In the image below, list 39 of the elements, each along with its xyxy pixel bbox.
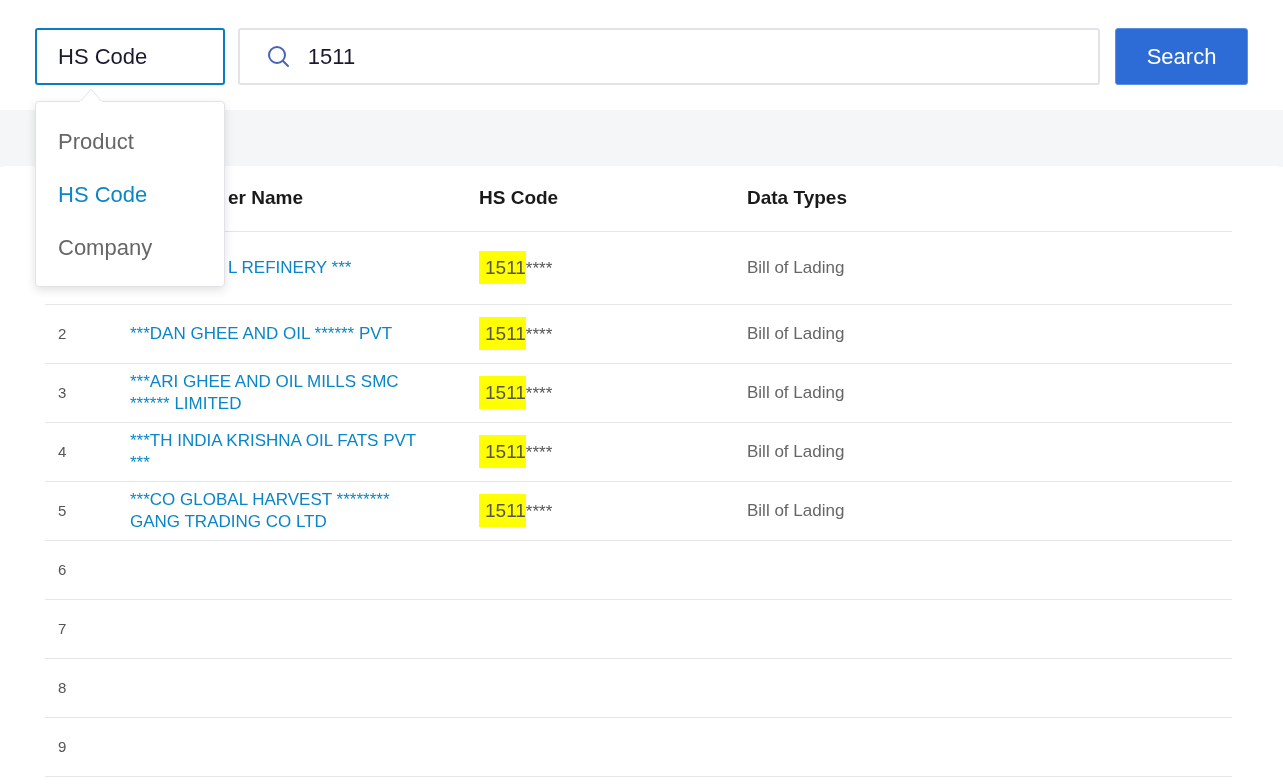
table-cell: Bill of Lading	[747, 324, 845, 344]
company-link[interactable]: ***TH INDIA KRISHNA OIL FATS PVT ***	[130, 430, 420, 474]
search-type-select[interactable]: HS Code	[35, 28, 225, 85]
company-link[interactable]: ***ARI GHEE AND OIL MILLS SMC ****** LIMITED	[130, 371, 420, 415]
menu-item[interactable]: Product	[36, 120, 224, 173]
menu-item[interactable]: Company	[36, 226, 224, 279]
masked-digits: ****	[525, 442, 553, 462]
company-link[interactable]: ***DAN GHEE AND OIL ****** PVT	[130, 323, 392, 345]
row-number: 8	[58, 678, 67, 696]
row-number: 7	[58, 619, 67, 637]
masked-digits: ****	[525, 258, 553, 278]
menu-item[interactable]: HS Code	[36, 173, 224, 226]
company-link[interactable]: L REFINERY ***	[228, 257, 352, 279]
company-link[interactable]: ***CO GLOBAL HARVEST ******** GANG TRADING CO LTD	[130, 489, 420, 533]
search-button[interactable]: Search	[1115, 28, 1248, 85]
column-header: Data Types	[747, 187, 847, 209]
row-number: 5	[58, 501, 67, 519]
table-cell: Bill of Lading	[747, 383, 845, 403]
table-cell: Bill of Lading	[747, 442, 845, 462]
highlighted-match: 1511	[479, 250, 526, 284]
row-number: 2	[58, 324, 67, 342]
highlighted-match: 1511	[479, 375, 526, 409]
masked-digits: ****	[525, 383, 553, 403]
search-input[interactable]: 1511	[305, 39, 1066, 74]
search-icon	[265, 43, 292, 70]
masked-digits: ****	[525, 324, 553, 344]
table-cell: Bill of Lading	[747, 258, 845, 278]
column-header: HS Code	[479, 187, 559, 209]
search-field[interactable]: 1511	[237, 28, 1101, 85]
highlighted-match: 1511	[479, 434, 526, 468]
row-number: 9	[58, 737, 67, 755]
highlighted-match: 1511	[479, 316, 526, 350]
column-header: er Name	[228, 187, 303, 209]
table-cell: Bill of Lading	[747, 501, 845, 521]
row-number: 4	[58, 442, 67, 460]
masked-digits: ****	[525, 501, 553, 521]
highlighted-match: 1511	[479, 493, 526, 527]
row-number: 3	[58, 383, 67, 401]
row-number: 6	[58, 560, 67, 578]
